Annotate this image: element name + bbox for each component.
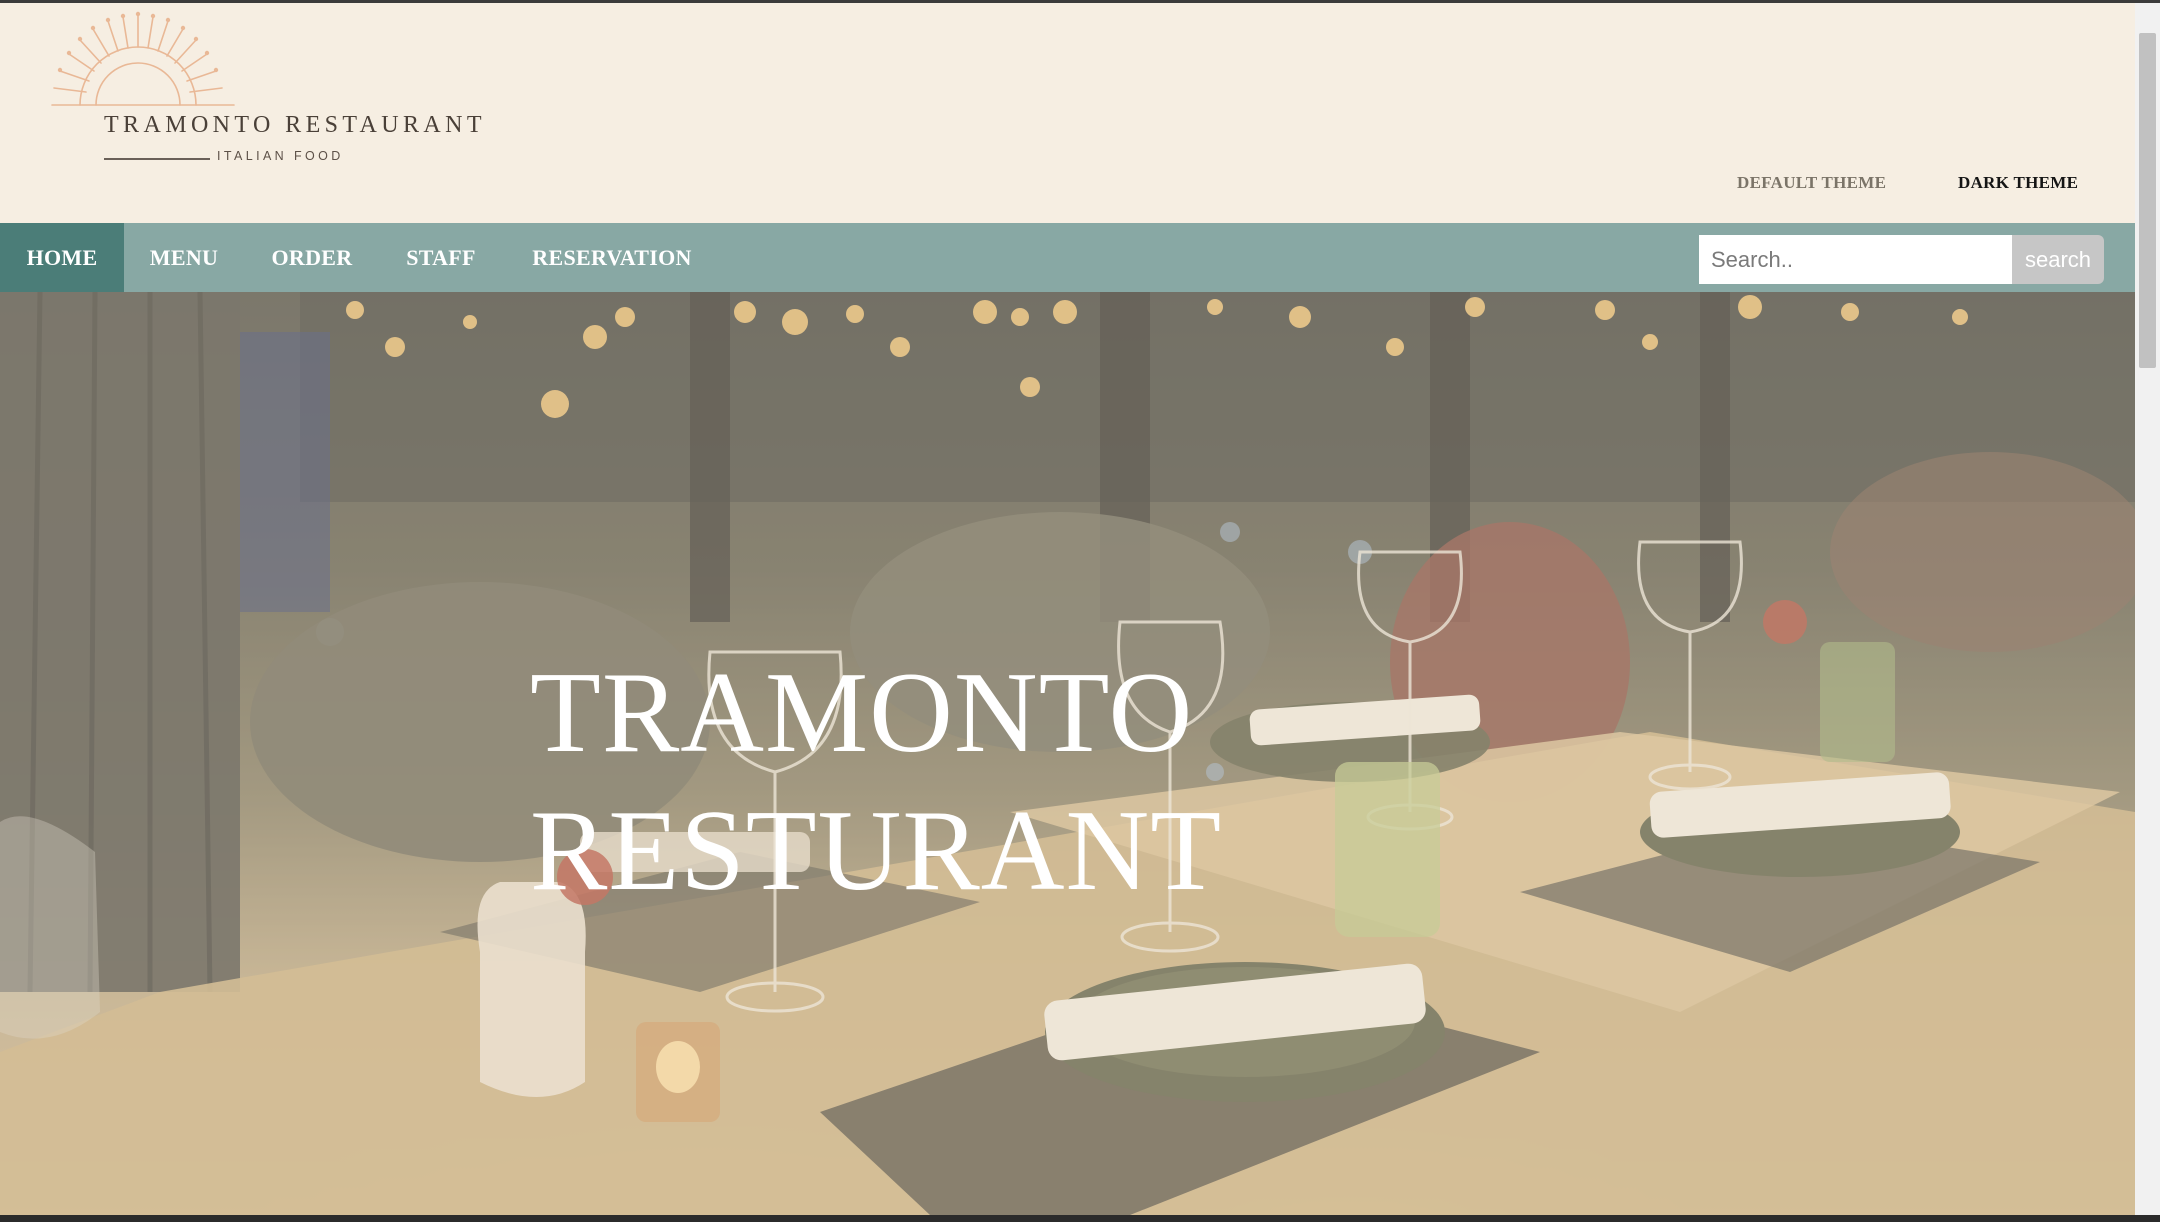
- nav-item-menu[interactable]: MENU: [134, 223, 234, 292]
- hero-banner: TRAMONTO RESTURANT: [0, 292, 2135, 1215]
- default-theme-button[interactable]: DEFAULT THEME: [1737, 173, 1886, 193]
- hero-title: TRAMONTO RESTURANT: [530, 644, 1430, 920]
- hero-title-line2: RESTURANT: [530, 787, 1223, 915]
- scrollbar-thumb[interactable]: [2139, 33, 2156, 368]
- search-button[interactable]: search: [2012, 235, 2104, 284]
- dark-theme-button[interactable]: DARK THEME: [1958, 173, 2078, 193]
- nav-item-order[interactable]: ORDER: [255, 223, 369, 292]
- logo-subtitle: ITALIAN FOOD: [217, 149, 344, 163]
- sunset-logo-icon: [51, 11, 235, 106]
- main-navigation: HOME MENU ORDER STAFF RESERVATION search: [0, 223, 2135, 292]
- site-header: TRAMONTO RESTAURANT ITALIAN FOOD DEFAULT…: [0, 3, 2135, 223]
- browser-viewport: TRAMONTO RESTAURANT ITALIAN FOOD DEFAULT…: [0, 0, 2160, 1222]
- nav-item-reservation[interactable]: RESERVATION: [514, 223, 710, 292]
- restaurant-logo[interactable]: TRAMONTO RESTAURANT ITALIAN FOOD: [48, 9, 482, 169]
- window-bottom-border: [0, 1215, 2160, 1222]
- nav-item-staff[interactable]: STAFF: [393, 223, 489, 292]
- logo-divider: [104, 158, 210, 160]
- search-input[interactable]: [1699, 235, 2012, 284]
- nav-item-home[interactable]: HOME: [0, 223, 124, 292]
- logo-title: TRAMONTO RESTAURANT: [104, 112, 486, 138]
- hero-title-line1: TRAMONTO: [530, 649, 1194, 777]
